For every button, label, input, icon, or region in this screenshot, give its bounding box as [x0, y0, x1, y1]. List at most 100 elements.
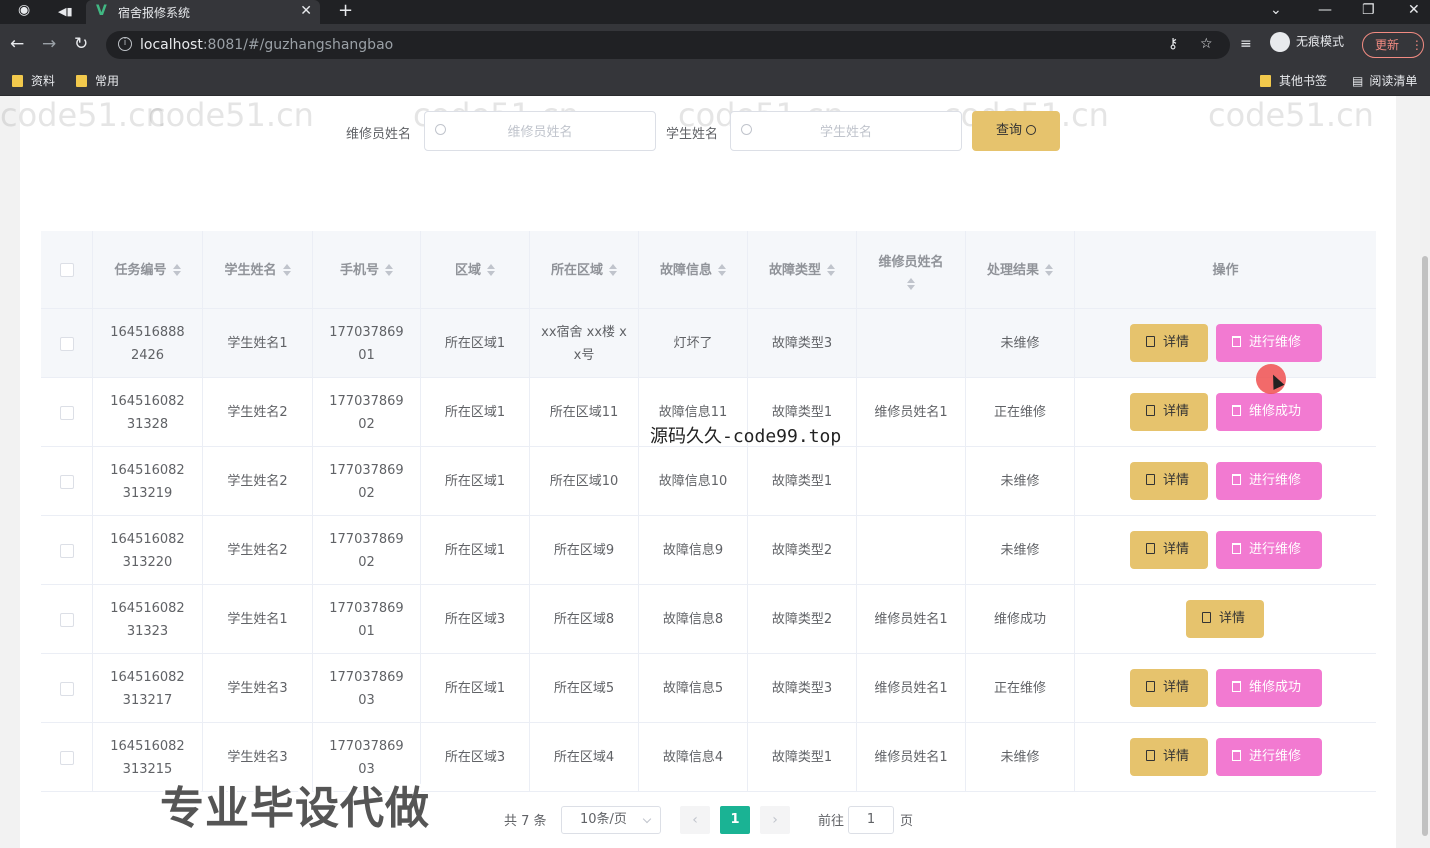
reload-icon[interactable]: ↻: [74, 34, 88, 54]
globe-icon[interactable]: ◉: [18, 2, 30, 18]
cell-fault: 故障信息9: [639, 516, 748, 585]
url-text[interactable]: localhost:8081/#/guzhangshangbao: [140, 37, 393, 53]
cell-phone: 17703786902: [313, 516, 421, 585]
start-repair-button[interactable]: 进行维修: [1216, 462, 1322, 500]
row-checkbox[interactable]: [59, 474, 74, 489]
row-select-cell: [41, 585, 93, 654]
window-close-icon[interactable]: ✕: [1408, 2, 1420, 18]
row-checkbox[interactable]: [59, 612, 74, 627]
new-tab-icon[interactable]: +: [338, 0, 353, 21]
cell-task-no-text: 16451608231328: [110, 393, 185, 432]
reading-list-icon[interactable]: ≡: [1240, 36, 1252, 52]
cell-fault-text: 故障信息4: [662, 750, 724, 765]
row-checkbox[interactable]: [59, 543, 74, 558]
detail-button[interactable]: 详情: [1130, 324, 1208, 362]
repairer-name-input[interactable]: [455, 122, 625, 142]
col-student[interactable]: 学生姓名: [203, 231, 313, 309]
cell-task-no-text: 164516082313220: [110, 531, 185, 570]
cell-fault: 灯坏了: [639, 309, 748, 378]
cell-area: 所在区域1: [421, 378, 530, 447]
student-name-field[interactable]: [730, 111, 962, 151]
watermark: code51.cn: [148, 96, 314, 134]
table-row[interactable]: 164516082313219 学生姓名2 17703786902 所在区域1 所在区域…: [41, 447, 1376, 516]
reading-list-button[interactable]: ▤ 阅读清单: [1352, 72, 1417, 89]
tab-close-icon[interactable]: ✕: [300, 3, 312, 19]
list-icon: ▤: [1352, 74, 1364, 88]
row-checkbox[interactable]: [59, 750, 74, 765]
detail-button[interactable]: 详情: [1130, 393, 1208, 431]
repair-success-button[interactable]: 维修成功: [1216, 669, 1322, 707]
more-icon: ⋮: [1410, 38, 1423, 52]
table-row[interactable]: 16451608231323 学生姓名1 17703786901 所在区域3 所在区域8…: [41, 585, 1376, 654]
detail-button[interactable]: 详情: [1130, 531, 1208, 569]
page-size-select[interactable]: 10条/页: [561, 806, 661, 834]
minimize-icon[interactable]: —: [1318, 2, 1332, 18]
table-row[interactable]: 1645168882426 学生姓名1 17703786901 所在区域1 xx宿舍 x…: [41, 309, 1376, 378]
restore-icon[interactable]: ❐: [1362, 2, 1375, 18]
key-icon[interactable]: ⚷: [1168, 36, 1178, 52]
detail-button[interactable]: 详情: [1130, 738, 1208, 776]
table-row[interactable]: 164516082313220 学生姓名2 17703786902 所在区域1 所在区域…: [41, 516, 1376, 585]
row-checkbox[interactable]: [59, 336, 74, 351]
scrollbar-thumb[interactable]: [1422, 256, 1428, 836]
repairer-name-label: 维修员姓名: [346, 127, 412, 142]
prev-page-button[interactable]: ‹: [680, 806, 710, 834]
browser-tab-strip: ◉ ◀▮ V 宿舍报修系统 ✕ + ⌄ — ❐ ✕: [0, 0, 1430, 24]
cell-location-text: 所在区域4: [553, 750, 615, 765]
col-result[interactable]: 处理结果: [966, 231, 1075, 309]
col-repairer[interactable]: 维修员姓名: [857, 231, 966, 309]
table-row[interactable]: 164516082313217 学生姓名3 17703786903 所在区域1 所在区域…: [41, 654, 1376, 723]
site-info-icon[interactable]: i: [118, 37, 132, 51]
detail-button[interactable]: 详情: [1186, 600, 1264, 638]
trash-icon: [1232, 750, 1241, 761]
start-repair-button[interactable]: 进行维修: [1216, 531, 1322, 569]
repairer-name-field[interactable]: [424, 111, 656, 151]
forward-icon[interactable]: →: [42, 34, 56, 54]
cell-fault-type-text: 故障类型1: [771, 474, 833, 489]
select-all-cell: [41, 231, 93, 309]
url-bar[interactable]: i localhost:8081/#/guzhangshangbao ⚷ ☆: [106, 31, 1230, 59]
tab-search-chevron-icon[interactable]: ⌄: [1270, 2, 1282, 18]
repair-success-button[interactable]: 维修成功: [1216, 393, 1322, 431]
col-fault-type[interactable]: 故障类型: [748, 231, 857, 309]
browser-tab[interactable]: V 宿舍报修系统 ✕: [86, 0, 320, 24]
cell-result-text: 正在维修: [993, 681, 1046, 696]
select-all-checkbox[interactable]: [59, 263, 74, 277]
bookmark-folder-ziliao[interactable]: 资料: [12, 72, 55, 89]
update-button[interactable]: 更新 ⋮: [1362, 32, 1424, 58]
cell-result: 未维修: [966, 723, 1075, 792]
col-area[interactable]: 区域: [421, 231, 530, 309]
start-repair-button[interactable]: 进行维修: [1216, 324, 1322, 362]
col-fault[interactable]: 故障信息: [639, 231, 748, 309]
row-select-cell: [41, 378, 93, 447]
col-phone[interactable]: 手机号: [313, 231, 421, 309]
cell-student-text: 学生姓名2: [227, 543, 288, 558]
row-checkbox[interactable]: [59, 681, 74, 696]
incognito-indicator[interactable]: 无痕模式: [1270, 32, 1344, 52]
cell-fault-type-text: 故障类型2: [771, 612, 833, 627]
row-checkbox[interactable]: [59, 405, 74, 420]
detail-button[interactable]: 详情: [1130, 669, 1208, 707]
next-page-button[interactable]: ›: [760, 806, 790, 834]
detail-button[interactable]: 详情: [1130, 462, 1208, 500]
cell-phone: 17703786902: [313, 447, 421, 516]
trash-icon: [1232, 336, 1241, 347]
page-number-current[interactable]: 1: [720, 806, 750, 834]
cell-task-no-text: 1645168882426: [110, 324, 185, 363]
trash-icon: [1232, 474, 1241, 485]
page-scrollbar[interactable]: [1420, 96, 1430, 848]
col-location[interactable]: 所在区域: [530, 231, 639, 309]
cell-area-text: 所在区域1: [444, 543, 506, 558]
student-name-input[interactable]: [761, 122, 931, 142]
cell-student: 学生姓名2: [203, 378, 313, 447]
bookmark-folder-other[interactable]: 其他书签: [1260, 72, 1327, 89]
bookmark-star-icon[interactable]: ☆: [1200, 36, 1213, 52]
speaker-icon[interactable]: ◀▮: [58, 5, 73, 18]
back-icon[interactable]: ←: [10, 34, 24, 54]
bookmark-folder-changyong[interactable]: 常用: [76, 72, 119, 89]
col-task-no[interactable]: 任务编号: [93, 231, 203, 309]
query-button[interactable]: 查询: [972, 111, 1060, 151]
start-repair-button[interactable]: 进行维修: [1216, 738, 1322, 776]
goto-page-input[interactable]: 1: [848, 806, 894, 834]
cell-actions: 详情 维修成功: [1075, 654, 1376, 723]
